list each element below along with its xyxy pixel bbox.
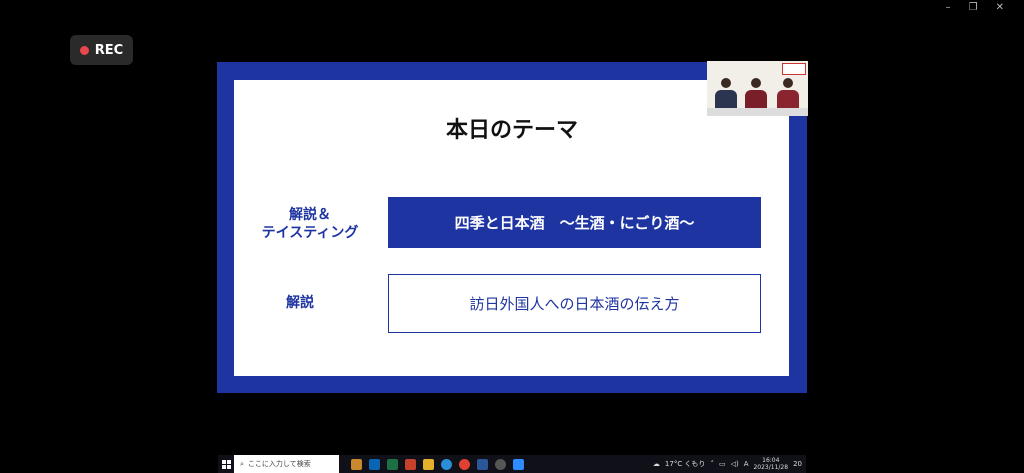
restore-button[interactable]: ❐ xyxy=(969,2,978,13)
folder-icon[interactable] xyxy=(423,458,434,470)
chrome-icon[interactable] xyxy=(459,458,470,470)
ime-mode-indicator[interactable]: A xyxy=(744,460,749,468)
search-box[interactable]: ⌕ ここに入力して検索 xyxy=(234,455,339,473)
row1-label: 解説＆ テイスティング xyxy=(245,206,375,242)
search-placeholder: ここに入力して検索 xyxy=(247,460,311,468)
start-button[interactable] xyxy=(218,459,234,469)
row1-label-line1: 解説＆ xyxy=(289,207,331,223)
close-button[interactable]: ✕ xyxy=(996,2,1004,13)
minimize-button[interactable]: – xyxy=(946,2,951,13)
outlook-icon[interactable] xyxy=(369,458,380,470)
video-thumbnail[interactable] xyxy=(707,61,808,116)
word-icon[interactable] xyxy=(477,458,488,470)
row2-content-box: 訪日外国人への日本酒の伝え方 xyxy=(388,274,761,333)
window-controls: – ❐ ✕ xyxy=(946,2,1004,13)
edge-icon[interactable] xyxy=(441,458,452,470)
clock[interactable]: 16:04 2023/11/28 xyxy=(753,457,788,471)
taskbar: ⌕ ここに入力して検索 ☁ 17°C くもり ˄ ▭ ◁) A 16:04 20… xyxy=(218,455,806,473)
clock-time: 16:04 xyxy=(762,457,780,464)
slide-title: 本日のテーマ xyxy=(445,118,578,143)
person-image xyxy=(777,78,799,110)
person-image xyxy=(745,78,767,110)
chevron-up-icon[interactable]: ˄ xyxy=(710,460,714,468)
search-icon: ⌕ xyxy=(240,459,244,468)
row1-content-box: 四季と日本酒 ～生酒・にごり酒～ xyxy=(388,197,761,248)
taskbar-apps xyxy=(351,458,524,470)
media-player-icon[interactable] xyxy=(495,458,506,470)
record-dot-icon xyxy=(79,45,89,55)
briefcase-icon[interactable] xyxy=(351,458,362,470)
weather-text[interactable]: 17°C くもり xyxy=(665,459,706,469)
row2-content: 訪日外国人への日本酒の伝え方 xyxy=(469,295,680,313)
clock-date: 2023/11/28 xyxy=(753,464,789,471)
network-icon[interactable]: ▭ xyxy=(719,460,726,468)
excel-icon[interactable] xyxy=(387,458,398,470)
row1-content: 四季と日本酒 ～生酒・にごり酒～ xyxy=(454,214,695,232)
volume-icon[interactable]: ◁) xyxy=(731,460,739,468)
row1-label-line2: テイスティング xyxy=(261,225,359,241)
notification-badge[interactable]: 20 xyxy=(793,460,802,468)
person-image xyxy=(715,78,737,110)
rec-indicator[interactable]: REC xyxy=(70,35,133,65)
zoom-icon[interactable] xyxy=(513,458,524,470)
rec-label: REC xyxy=(94,42,124,58)
desk xyxy=(707,108,808,116)
powerpoint-icon[interactable] xyxy=(405,458,416,470)
system-tray: ☁ 17°C くもり ˄ ▭ ◁) A 16:04 2023/11/28 20 xyxy=(653,457,806,471)
cloud-icon: ☁ xyxy=(652,460,660,468)
banner-image xyxy=(782,63,806,75)
row2-label: 解説 xyxy=(286,295,314,311)
windows-icon xyxy=(221,459,231,469)
